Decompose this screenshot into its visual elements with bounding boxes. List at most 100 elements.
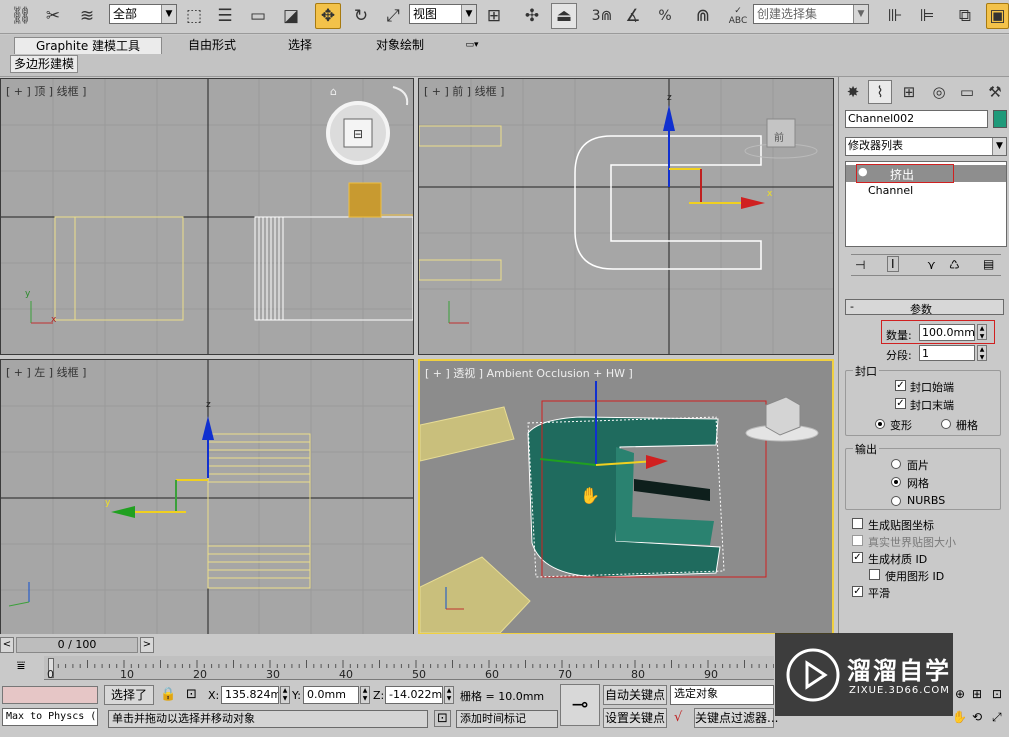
cap-end-checkbox[interactable]: ✓ xyxy=(895,398,906,409)
utilities-tab-icon[interactable]: ⚒ xyxy=(983,80,1007,104)
set-key-button[interactable]: 设置关键点 xyxy=(603,708,667,728)
viewport-front-label[interactable]: [ + ] 前 ] 线框 ] xyxy=(424,83,504,99)
angle-snap-icon[interactable]: ∡ xyxy=(620,3,646,29)
x-coord-spinner[interactable]: ▲ ▼ xyxy=(280,686,290,704)
percent-snap-icon[interactable]: % xyxy=(652,3,678,29)
pin-stack-icon[interactable]: ⊣ xyxy=(855,258,865,272)
amount-spinner[interactable]: ▲ ▼ xyxy=(977,324,987,340)
select-object-icon[interactable]: ⬚ xyxy=(181,3,207,29)
z-coord-input[interactable]: -14.022mm xyxy=(385,686,443,704)
gizmo-x-arrow[interactable] xyxy=(741,197,765,209)
time-next-button[interactable]: > xyxy=(140,637,154,653)
shape-outline[interactable] xyxy=(54,216,184,321)
gizmo-y-arrow[interactable] xyxy=(111,506,135,518)
nurbs-radio[interactable] xyxy=(891,496,901,506)
show-end-result-icon[interactable]: Ⅰ xyxy=(887,256,899,272)
configure-sets-icon[interactable]: ▤ xyxy=(983,257,994,271)
channel-top-lines[interactable] xyxy=(254,216,413,321)
plank-upper[interactable] xyxy=(420,406,515,462)
home-icon[interactable]: ⌂ xyxy=(330,85,337,98)
track-bar-icon[interactable]: ⩸ xyxy=(8,658,34,678)
mirror-icon[interactable]: ⊪ xyxy=(882,3,908,29)
cap-start-checkbox[interactable]: ✓ xyxy=(895,380,906,391)
plank-lower[interactable] xyxy=(420,556,531,633)
key-filters-button[interactable]: 关键点过滤器... xyxy=(694,708,778,728)
shape-front-lower[interactable] xyxy=(419,259,502,281)
maxscript-listener[interactable] xyxy=(2,686,98,704)
z-coord-spinner[interactable]: ▲ ▼ xyxy=(444,686,454,704)
tab-freeform[interactable]: 自由形式 xyxy=(172,37,252,54)
key-filter-icon[interactable]: √ xyxy=(674,710,682,725)
zoom-icon[interactable]: ⊕ xyxy=(955,687,965,701)
maximize-viewport-icon[interactable]: ⤢ xyxy=(992,710,1002,725)
viewcube[interactable] xyxy=(765,396,801,436)
tab-selection[interactable]: 选择 xyxy=(272,37,328,54)
modify-tab-icon[interactable]: ⌇ xyxy=(868,80,892,104)
link-icon[interactable]: ⛓ xyxy=(8,3,34,29)
spinner-snap-icon[interactable]: ⋒ xyxy=(690,3,716,29)
make-unique-icon[interactable]: ⋎ xyxy=(927,258,936,272)
x-coord-input[interactable]: 135.824mm xyxy=(221,686,279,704)
select-and-scale-icon[interactable]: ⤢ xyxy=(380,3,406,29)
lock-selection-icon[interactable]: 🔒 xyxy=(160,687,176,702)
display-tab-icon[interactable]: ▭ xyxy=(955,80,979,104)
lightbulb-icon[interactable]: ● xyxy=(858,165,868,178)
tab-object-paint[interactable]: 对象绘制 xyxy=(345,37,455,54)
use-shape-id-checkbox[interactable] xyxy=(869,569,880,580)
pivot-center-icon[interactable]: ⊞ xyxy=(481,3,507,29)
viewport-top[interactable]: ⊟ ⌂ [ + ] 顶 ] 线框 ] y x xyxy=(0,78,414,355)
amount-input[interactable]: 100.0mm xyxy=(919,324,975,341)
rotate-view-icon[interactable] xyxy=(392,86,409,106)
hierarchy-tab-icon[interactable]: ⊞ xyxy=(897,80,921,104)
window-crossing-icon[interactable]: ◪ xyxy=(278,3,304,29)
unlink-icon[interactable]: ✂ xyxy=(40,3,66,29)
viewport-front[interactable]: [ + ] 前 ] 线框 ] 前 z x xyxy=(418,78,834,355)
select-and-rotate-icon[interactable]: ↻ xyxy=(348,3,374,29)
absolute-mode-icon[interactable]: ⊡ xyxy=(186,687,197,702)
viewport-left-label[interactable]: [ + ] 左 ] 线框 ] xyxy=(6,364,86,380)
smooth-checkbox[interactable]: ✓ xyxy=(852,586,863,597)
patch-radio[interactable] xyxy=(891,459,901,469)
auto-key-button[interactable]: 自动关键点 xyxy=(603,685,667,705)
snap-toggle-icon[interactable]: 3 ⋒ xyxy=(589,3,615,29)
pan-icon[interactable]: ✋ xyxy=(952,710,967,724)
remove-modifier-icon[interactable]: ♺ xyxy=(949,258,960,272)
add-time-tag[interactable]: 添加时间标记 xyxy=(456,710,558,728)
tab-graphite[interactable]: Graphite 建模工具 xyxy=(14,37,162,54)
viewport-left[interactable]: [ + ] 左 ] 线框 ] z y xyxy=(0,359,414,635)
ribbon-options-icon[interactable]: ▭▾ xyxy=(458,37,486,54)
object-color-swatch[interactable] xyxy=(993,110,1007,128)
segments-spinner[interactable]: ▲ ▼ xyxy=(977,345,987,361)
morph-radio[interactable] xyxy=(875,419,885,429)
maxscript-mini-input[interactable]: Max to Physcs ( xyxy=(2,708,98,726)
gizmo-z-arrow[interactable] xyxy=(202,416,214,440)
align-icon[interactable]: ⊫ xyxy=(914,3,940,29)
viewport-perspective[interactable]: ✋ [ + ] 透视 ] Ambient Occlusion + HW ] xyxy=(418,359,834,635)
zoom-all-icon[interactable]: ⊞ xyxy=(972,687,982,701)
stack-item-channel[interactable]: Channel xyxy=(868,184,913,197)
manipulate-icon[interactable]: ✣ xyxy=(519,3,545,29)
motion-tab-icon[interactable]: ◎ xyxy=(927,80,951,104)
segments-input[interactable]: 1 xyxy=(919,345,975,361)
gizmo-x-arrow[interactable] xyxy=(646,455,668,469)
selection-filter-dropdown[interactable]: 全部 ▼ xyxy=(109,4,177,24)
gizmo-z-arrow[interactable] xyxy=(663,105,675,131)
mesh-radio[interactable] xyxy=(891,477,901,487)
graphite-toggle-icon[interactable]: ▣ xyxy=(986,3,1009,29)
viewport-top-label[interactable]: [ + ] 顶 ] 线框 ] xyxy=(6,83,86,99)
reference-coord-dropdown[interactable]: 视图 ▼ xyxy=(409,4,477,24)
y-coord-input[interactable]: 0.0mm xyxy=(303,686,359,704)
time-prev-button[interactable]: < xyxy=(0,637,14,653)
real-world-checkbox[interactable] xyxy=(852,535,863,546)
time-slider[interactable]: 0 / 100 xyxy=(16,637,138,653)
select-by-name-icon[interactable]: ☰ xyxy=(212,3,238,29)
selected-gizmo-box[interactable] xyxy=(348,182,382,218)
create-tab-icon[interactable]: ✸ xyxy=(841,80,865,104)
set-key-icon[interactable]: ⊸ xyxy=(560,684,600,726)
layer-manager-icon[interactable]: ⧉ xyxy=(952,3,978,29)
rect-selection-icon[interactable]: ▭ xyxy=(245,3,271,29)
orbit-icon[interactable]: ⟲ xyxy=(972,710,982,724)
gen-mapping-checkbox[interactable] xyxy=(852,518,863,529)
named-selection-dropdown[interactable]: 创建选择集 ▼ xyxy=(753,4,869,24)
bind-space-warp-icon[interactable]: ≋ xyxy=(74,3,100,29)
